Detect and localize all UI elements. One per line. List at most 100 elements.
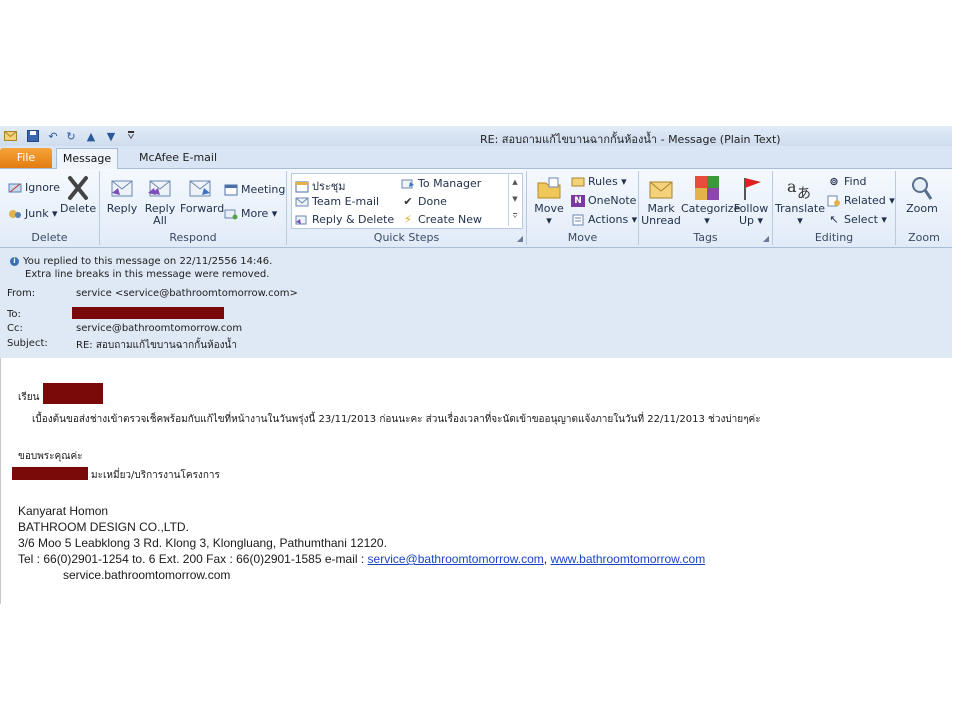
signature-address: 3/6 Moo 5 Leabklong 3 Rd. Klong 3, Klong… [18, 536, 387, 550]
info-icon: i [10, 256, 19, 266]
editing-group: aあ Translate ▾ ⊚ Find Related ▾ ↖ Select ▾ … [773, 171, 896, 245]
more-icon [224, 208, 238, 220]
reply-all-button[interactable]: Reply All [142, 175, 178, 227]
zoom-group: Zoom Zoom [896, 171, 952, 245]
ribbon: Ignore Junk ▾ Delete Delete Reply Reply A… [0, 169, 952, 248]
find-button[interactable]: ⊚ Find [827, 175, 866, 188]
follow-up-button[interactable]: Follow Up ▾ [733, 175, 769, 227]
team-email-icon [295, 196, 309, 208]
calendar-icon [295, 181, 309, 193]
reply-delete-icon [295, 214, 309, 226]
meeting-button[interactable]: Meeting [224, 183, 285, 196]
categorize-button[interactable]: Categorize ▾ [681, 175, 740, 227]
message-body[interactable]: เรียน คุ เบื้องต้นขอส่งช่างเข้าตรวจเช็คพ… [0, 358, 952, 604]
lightning-icon: ⚡ [404, 213, 412, 226]
zoom-button[interactable]: Zoom [902, 175, 942, 215]
binoculars-icon: ⊚ [829, 175, 839, 188]
zoom-group-label: Zoom [908, 231, 940, 244]
info-bar-line-1[interactable]: i You replied to this message on 22/11/25… [10, 256, 272, 267]
forward-button[interactable]: Forward [180, 175, 224, 215]
signature-company: BATHROOM DESIGN CO.,LTD. [18, 520, 189, 534]
cursor-icon: ↖ [829, 213, 839, 226]
signature-name: Kanyarat Homon [18, 504, 109, 518]
rules-button[interactable]: Rules ▾ [571, 175, 627, 188]
onenote-button[interactable]: N OneNote [571, 194, 636, 207]
quick-steps-scroll[interactable]: ▲ ▼ ⩢ [508, 174, 521, 226]
editing-group-label: Editing [814, 231, 854, 244]
quickstep-reply-delete[interactable]: Reply & Delete [295, 213, 394, 226]
quickstep-team-email[interactable]: Team E-mail [295, 195, 379, 208]
website-link[interactable]: www.bathroomtomorrow.com [550, 552, 705, 566]
tags-group-label: Tags [693, 231, 718, 244]
dialog-launcher-icon[interactable]: ◢ [517, 234, 523, 243]
quickstep-to-manager[interactable]: To Manager [401, 177, 481, 190]
up-arrow-icon[interactable]: ▲ [84, 129, 98, 143]
delete-group: Ignore Junk ▾ Delete Delete [0, 171, 100, 245]
tab-message[interactable]: Message [56, 148, 118, 169]
tab-file[interactable]: File [0, 148, 52, 168]
dialog-launcher-icon[interactable]: ◢ [763, 234, 769, 243]
move-group-label: Move [567, 231, 598, 244]
quickstep-meeting[interactable]: ประชุม [295, 177, 346, 195]
categorize-icon [695, 176, 719, 200]
select-button[interactable]: ↖ Select ▾ [827, 213, 887, 226]
calendar-icon [224, 184, 238, 196]
cc-value[interactable]: service@bathroomtomorrow.com [76, 323, 242, 334]
translate-button[interactable]: aあ Translate ▾ [775, 175, 825, 227]
delete-x-icon [68, 176, 88, 200]
tab-mcafee-email-scan[interactable]: McAfee E-mail Scan [128, 148, 228, 184]
move-group: Move ▾ Rules ▾ N OneNote Actions ▾ Move [527, 171, 639, 245]
subject-label: Subject: [7, 338, 48, 349]
junk-button[interactable]: Junk ▾ [8, 207, 58, 220]
actions-icon [571, 214, 585, 226]
forward-icon [189, 180, 211, 197]
outlook-message-window: ↶ ↻ ▲ ▼ ⩢ RE: สอบถามแก้ไขบานฉากกั้นห้องน… [0, 126, 952, 604]
delete-button[interactable]: Delete [60, 175, 96, 215]
red-flag-icon [744, 178, 761, 200]
quickstep-done[interactable]: ✔ Done [401, 195, 447, 208]
to-value-redacted [72, 307, 224, 319]
ribbon-tabs: File Message McAfee E-mail Scan [0, 146, 952, 184]
magnifier-icon [912, 177, 933, 200]
from-label: From: [7, 288, 36, 299]
from-value[interactable]: service <service@bathroomtomorrow.com> [76, 288, 298, 299]
message-header: i You replied to this message on 22/11/25… [0, 248, 952, 359]
reply-all-icon [148, 180, 171, 197]
svg-text:あ: あ [797, 186, 811, 201]
quickstep-create-new[interactable]: ⚡ Create New [401, 213, 482, 226]
signature-name-redacted [12, 467, 88, 480]
body-line-1: เบื้องต้นขอส่งช่างเข้าตรวจเช็คพร้อมกับแก… [32, 414, 761, 425]
customize-icon[interactable]: ⩢ [124, 129, 138, 143]
unread-envelope-icon [649, 181, 673, 199]
signature-contact-line: Tel : 66(0)2901-1254 to. 6 Ext. 200 Fax … [18, 552, 706, 566]
save-icon[interactable] [26, 129, 40, 143]
to-label: To: [7, 309, 21, 320]
forward-mail-icon [401, 178, 415, 190]
title-bar: ↶ ↻ ▲ ▼ ⩢ RE: สอบถามแก้ไขบานฉากกั้นห้องน… [0, 126, 952, 146]
respond-group: Reply Reply All Forward Meeting More ▾ Re… [100, 171, 287, 245]
delete-group-label: Delete [31, 231, 68, 244]
related-button[interactable]: Related ▾ [827, 194, 895, 207]
svg-text:a: a [787, 177, 797, 196]
more-button[interactable]: More ▾ [224, 207, 277, 220]
mail-icon[interactable] [3, 129, 17, 143]
greeting-name-redacted [43, 383, 103, 404]
undo-icon[interactable]: ↶ [46, 129, 60, 143]
onenote-icon: N [571, 195, 585, 207]
actions-button[interactable]: Actions ▾ [571, 213, 637, 226]
mark-unread-button[interactable]: Mark Unread [641, 175, 681, 227]
rules-icon [571, 176, 585, 188]
thanks-text: ขอบพระคุณค่ะ [18, 451, 83, 462]
signature-role: มะเหมี่ยว/บริการงานโครงการ [91, 470, 220, 481]
move-button[interactable]: Move ▾ [531, 175, 567, 227]
down-arrow-icon[interactable]: ▼ [104, 129, 118, 143]
reply-button[interactable]: Reply [106, 175, 138, 215]
email-link[interactable]: service@bathroomtomorrow.com [368, 552, 544, 566]
translate-icon: aあ [787, 177, 811, 201]
move-folder-icon [537, 177, 561, 199]
quick-steps-group: ประชุม To Manager Team E-mail ✔ Done Repl… [287, 171, 527, 245]
related-icon [827, 195, 841, 207]
ignore-button[interactable]: Ignore [8, 181, 60, 194]
redo-icon[interactable]: ↻ [64, 129, 78, 143]
respond-group-label: Respond [169, 231, 217, 244]
